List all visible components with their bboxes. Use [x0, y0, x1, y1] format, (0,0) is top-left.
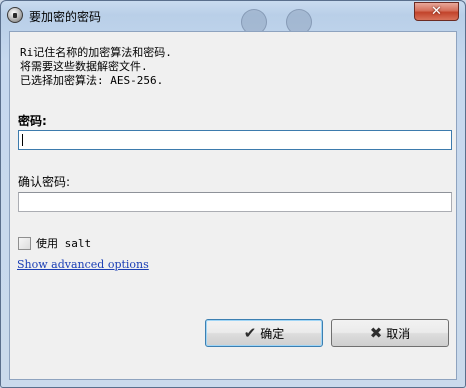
- info-line: Ri记住名称的加密算法和密码.: [20, 46, 172, 59]
- info-line: 已选择加密算法: AES-256.: [20, 74, 164, 87]
- salt-option[interactable]: 使用 salt: [18, 235, 91, 251]
- info-text: Ri记住名称的加密算法和密码. 将需要这些数据解密文件. 已选择加密算法: AE…: [20, 46, 172, 88]
- cancel-label: 取消: [386, 326, 411, 341]
- ok-button[interactable]: ✔ 确定: [205, 319, 323, 347]
- password-field[interactable]: [18, 130, 452, 150]
- confirm-password-label: 确认密码:: [18, 175, 71, 189]
- info-line: 将需要这些数据解密文件.: [20, 60, 148, 73]
- x-icon: ✖: [369, 323, 383, 342]
- check-icon: ✔: [243, 323, 257, 342]
- window-title: 要加密的密码: [29, 10, 102, 24]
- lock-icon: [7, 7, 23, 23]
- dialog-window: 要加密的密码 ✕ Ri记住名称的加密算法和密码. 将需要这些数据解密文件. 已选…: [0, 0, 466, 388]
- password-label: 密码:: [18, 114, 47, 128]
- confirm-password-field[interactable]: [18, 192, 452, 212]
- cancel-button[interactable]: ✖ 取消: [331, 319, 449, 347]
- dialog-body: Ri记住名称的加密算法和密码. 将需要这些数据解密文件. 已选择加密算法: AE…: [9, 31, 457, 380]
- close-icon: ✕: [431, 4, 442, 19]
- title-bar[interactable]: 要加密的密码 ✕: [1, 1, 465, 35]
- close-button[interactable]: ✕: [414, 2, 459, 21]
- show-advanced-options-link[interactable]: Show advanced options: [17, 258, 149, 271]
- ok-label: 确定: [260, 326, 285, 341]
- salt-label: 使用 salt: [36, 237, 92, 250]
- salt-checkbox[interactable]: [18, 236, 31, 250]
